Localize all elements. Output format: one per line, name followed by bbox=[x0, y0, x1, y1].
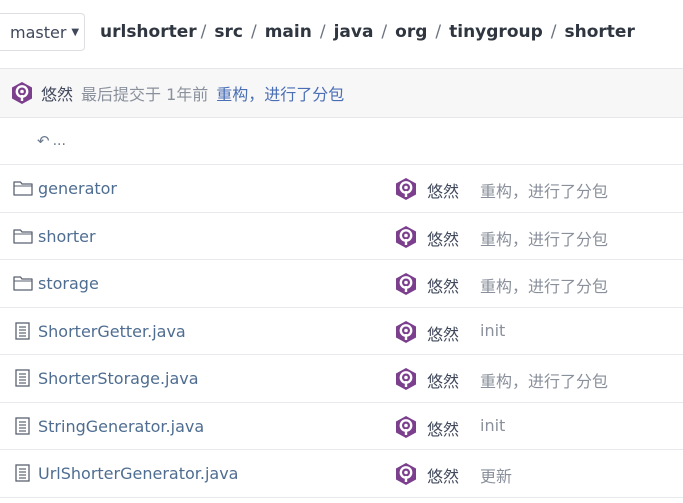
file-row[interactable]: StringGenerator.java 悠然 init bbox=[0, 403, 683, 450]
folder-icon bbox=[13, 179, 33, 197]
file-commit-message[interactable]: 重构，进行了分包 bbox=[480, 368, 608, 392]
breadcrumb-segment-main[interactable]: main bbox=[265, 22, 312, 42]
caret-down-icon: ▼ bbox=[71, 26, 80, 38]
file-list: generator 悠然 重构，进行了分包 shorter 悠然 重构，进行了分… bbox=[0, 165, 683, 498]
file-commit-author[interactable]: 悠然 bbox=[427, 463, 459, 487]
file-name-link[interactable]: UrlShorterGenerator.java bbox=[38, 464, 238, 483]
breadcrumb-segment-src[interactable]: src bbox=[214, 22, 243, 42]
breadcrumb-separator: / bbox=[435, 22, 442, 42]
breadcrumb-separator: / bbox=[200, 22, 207, 42]
file-text-icon bbox=[13, 322, 33, 340]
parent-directory-label: ... bbox=[52, 133, 66, 149]
breadcrumb-separator: / bbox=[381, 22, 388, 42]
file-name-link[interactable]: ShorterGetter.java bbox=[38, 322, 186, 341]
user-avatar-icon[interactable] bbox=[10, 81, 34, 105]
folder-icon bbox=[13, 227, 33, 245]
file-commit-author[interactable]: 悠然 bbox=[427, 226, 459, 250]
file-row[interactable]: generator 悠然 重构，进行了分包 bbox=[0, 165, 683, 213]
breadcrumb-segment-java[interactable]: java bbox=[334, 22, 374, 42]
file-commit-message[interactable]: init bbox=[480, 416, 505, 435]
user-avatar-icon[interactable] bbox=[394, 272, 418, 296]
file-text-icon bbox=[13, 369, 33, 387]
breadcrumb-segment-shorter: shorter bbox=[564, 22, 635, 42]
file-name-link[interactable]: generator bbox=[38, 179, 117, 198]
file-row[interactable]: ShorterGetter.java 悠然 init bbox=[0, 308, 683, 355]
breadcrumb: urlshorter / src / main / java / org / t… bbox=[100, 22, 635, 42]
file-name-link[interactable]: storage bbox=[38, 274, 99, 293]
breadcrumb-separator: / bbox=[250, 22, 257, 42]
file-name-link[interactable]: shorter bbox=[38, 227, 96, 246]
user-avatar-icon[interactable] bbox=[394, 415, 418, 439]
repo-header: master ▼ urlshorter / src / main / java … bbox=[0, 0, 683, 68]
file-commit-message[interactable]: init bbox=[480, 321, 505, 340]
folder-icon bbox=[13, 274, 33, 292]
file-commit-author[interactable]: 悠然 bbox=[427, 178, 459, 202]
file-commit-author[interactable]: 悠然 bbox=[427, 368, 459, 392]
breadcrumb-segment-org[interactable]: org bbox=[395, 22, 427, 42]
reply-arrow-icon: ↶ bbox=[37, 132, 50, 150]
branch-selector-button[interactable]: master ▼ bbox=[0, 13, 85, 51]
file-row[interactable]: storage 悠然 重构，进行了分包 bbox=[0, 260, 683, 308]
file-commit-author[interactable]: 悠然 bbox=[427, 273, 459, 297]
file-name-link[interactable]: ShorterStorage.java bbox=[38, 369, 199, 388]
file-commit-author[interactable]: 悠然 bbox=[427, 416, 459, 440]
file-row[interactable]: ShorterStorage.java 悠然 重构，进行了分包 bbox=[0, 355, 683, 403]
file-commit-message[interactable]: 重构，进行了分包 bbox=[480, 226, 608, 250]
breadcrumb-segment-tinygroup[interactable]: tinygroup bbox=[449, 22, 543, 42]
breadcrumb-segment-urlshorter[interactable]: urlshorter bbox=[100, 22, 197, 42]
file-row[interactable]: shorter 悠然 重构，进行了分包 bbox=[0, 213, 683, 260]
user-avatar-icon[interactable] bbox=[394, 177, 418, 201]
file-commit-message[interactable]: 更新 bbox=[480, 463, 512, 487]
file-commit-message[interactable]: 重构，进行了分包 bbox=[480, 178, 608, 202]
last-commit-bar: 悠然 最后提交于 1年前 重构，进行了分包 bbox=[0, 68, 683, 118]
commit-author[interactable]: 悠然 bbox=[41, 81, 73, 105]
file-text-icon bbox=[13, 417, 33, 435]
parent-directory-link[interactable]: ↶ ... bbox=[0, 118, 683, 165]
file-name-link[interactable]: StringGenerator.java bbox=[38, 417, 204, 436]
user-avatar-icon[interactable] bbox=[394, 367, 418, 391]
user-avatar-icon[interactable] bbox=[394, 462, 418, 486]
breadcrumb-separator: / bbox=[550, 22, 557, 42]
file-commit-author[interactable]: 悠然 bbox=[427, 321, 459, 345]
breadcrumb-separator: / bbox=[319, 22, 326, 42]
user-avatar-icon[interactable] bbox=[394, 225, 418, 249]
branch-name: master bbox=[10, 22, 67, 42]
commit-message-link[interactable]: 重构，进行了分包 bbox=[216, 81, 344, 105]
file-text-icon bbox=[13, 464, 33, 482]
commit-time-info: 最后提交于 1年前 bbox=[81, 85, 209, 104]
file-commit-message[interactable]: 重构，进行了分包 bbox=[480, 273, 608, 297]
file-row[interactable]: UrlShorterGenerator.java 悠然 更新 bbox=[0, 450, 683, 498]
user-avatar-icon[interactable] bbox=[394, 320, 418, 344]
